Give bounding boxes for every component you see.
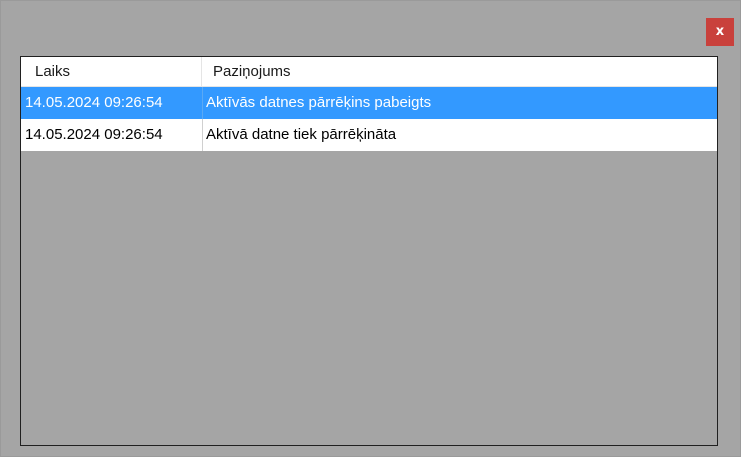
row-time: 14.05.2024 09:26:54 [25,126,163,143]
notification-window: x Laiks Paziņojums 14.05.2024 09:26:54 A… [0,0,741,457]
row-time: 14.05.2024 09:26:54 [25,94,163,111]
row-message: Aktīvās datnes pārrēķins pabeigts [202,87,717,119]
list-header: Laiks Paziņojums [21,57,717,87]
row-message: Aktīvā datne tiek pārrēķināta [202,119,717,151]
column-header-time[interactable]: Laiks [21,57,202,86]
notifications-list: Laiks Paziņojums 14.05.2024 09:26:54 Akt… [20,56,718,446]
list-row[interactable]: 14.05.2024 09:26:54 Aktīvā datne tiek pā… [21,119,717,151]
list-row-selected[interactable]: 14.05.2024 09:26:54 Aktīvās datnes pārrē… [21,87,717,119]
close-button[interactable]: x [706,18,734,46]
column-header-message[interactable]: Paziņojums [202,57,717,86]
